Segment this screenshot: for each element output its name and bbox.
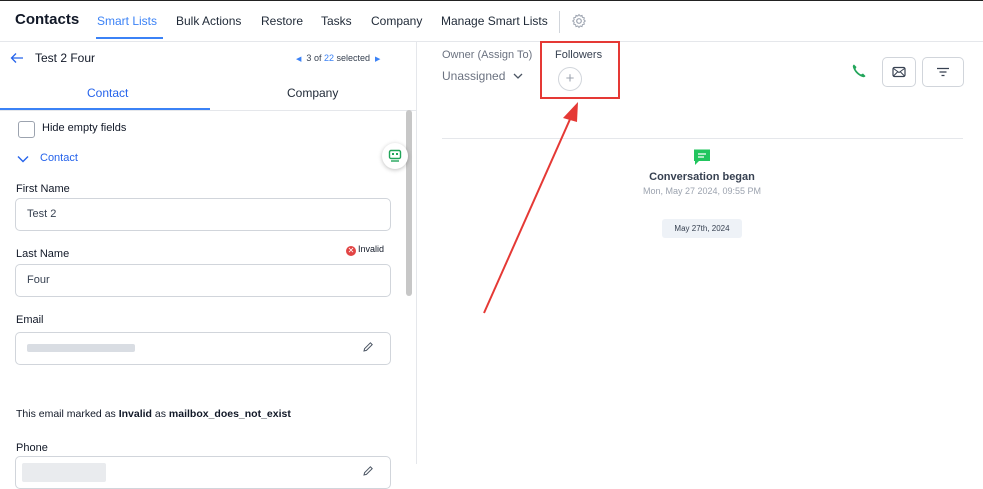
annotation-arrow xyxy=(483,102,578,314)
redacted-phone xyxy=(22,463,106,482)
pencil-icon[interactable] xyxy=(362,465,374,477)
